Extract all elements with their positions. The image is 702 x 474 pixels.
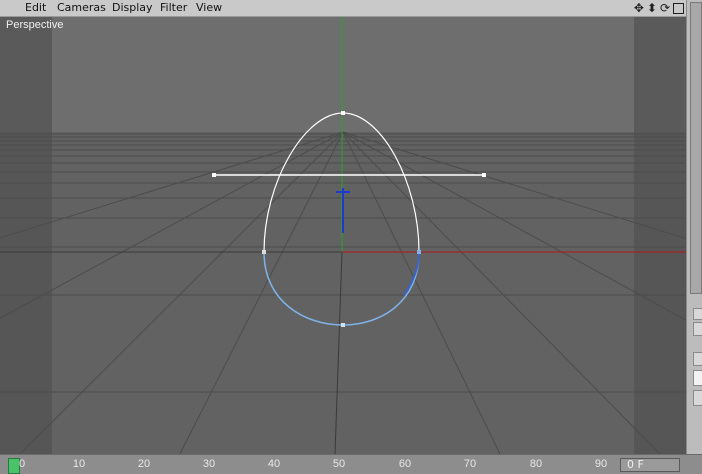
dolly-view-icon[interactable]: ⬍ xyxy=(647,2,657,14)
viewport-perspective[interactable]: Perspective xyxy=(0,17,686,454)
tangent-point-left[interactable] xyxy=(212,173,216,177)
tick-label: 60 xyxy=(398,458,412,470)
spline-point-bottom[interactable] xyxy=(341,323,345,327)
panel-scrollbar[interactable] xyxy=(690,2,702,294)
panel-input[interactable] xyxy=(693,370,702,386)
current-frame-field[interactable]: 0 F xyxy=(620,458,680,472)
spline-point-right[interactable] xyxy=(417,250,421,254)
maximize-view-icon[interactable] xyxy=(673,2,684,14)
move-view-icon[interactable]: ✥ xyxy=(634,2,644,14)
tick-label: 50 xyxy=(332,458,346,470)
menu-display[interactable]: Display xyxy=(112,1,153,14)
right-side-panel xyxy=(686,0,702,454)
tick-label: 40 xyxy=(267,458,281,470)
panel-field[interactable] xyxy=(693,322,702,336)
menu-cameras[interactable]: Cameras xyxy=(57,1,106,14)
spline-point-left[interactable] xyxy=(262,250,266,254)
menu-filter[interactable]: Filter xyxy=(160,1,187,14)
panel-input-2[interactable] xyxy=(693,390,702,406)
panel-field-2[interactable] xyxy=(693,352,702,366)
panel-toggle[interactable] xyxy=(693,308,702,320)
rotate-view-icon[interactable]: ⟳ xyxy=(660,2,670,14)
tick-label: 80 xyxy=(529,458,543,470)
tick-label: 10 xyxy=(72,458,86,470)
tangent-point-right[interactable] xyxy=(482,173,486,177)
tick-label: 90 xyxy=(594,458,608,470)
menu-edit[interactable]: Edit xyxy=(25,1,46,14)
tick-label: 30 xyxy=(202,458,216,470)
menu-view[interactable]: View xyxy=(196,1,222,14)
tick-label: 20 xyxy=(137,458,151,470)
timeline[interactable]: 0 10 20 30 40 50 60 70 80 90 0 F xyxy=(0,454,702,474)
tick-label: 70 xyxy=(463,458,477,470)
tick-label: 0 xyxy=(18,458,26,470)
view-label: Perspective xyxy=(6,19,64,31)
spline-point-top[interactable] xyxy=(341,111,345,115)
viewport-scene[interactable] xyxy=(0,17,686,454)
menubar: Edit Cameras Display Filter View ✥ ⬍ ⟳ xyxy=(0,0,686,17)
